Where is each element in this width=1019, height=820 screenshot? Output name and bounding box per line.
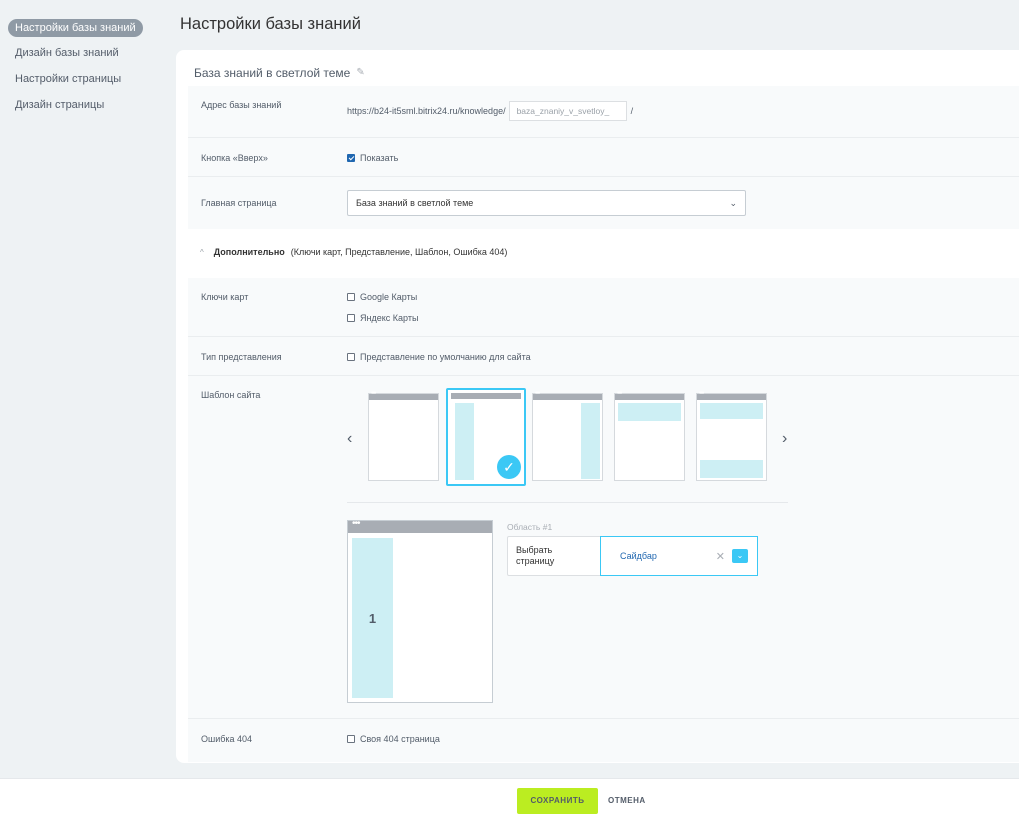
row-home: Главная страница База знаний в светлой т… bbox=[188, 177, 1019, 229]
footer: СОХРАНИТЬ ОТМЕНА bbox=[0, 778, 1019, 820]
template-bar bbox=[451, 389, 521, 399]
sidebar-item-page-design[interactable]: Дизайн страницы bbox=[0, 97, 165, 123]
area-page-select[interactable]: Сайдбар ✕ ⌄ bbox=[600, 536, 758, 576]
up-button-checkbox[interactable] bbox=[347, 154, 355, 162]
address-prefix: https://b24-it5sml.bitrix24.ru/knowledge… bbox=[347, 106, 506, 116]
area-label: Область #1 bbox=[507, 522, 553, 532]
area-value: Сайдбар bbox=[620, 551, 657, 561]
chevron-down-icon: ⌄ bbox=[729, 197, 737, 208]
template-block bbox=[700, 460, 763, 478]
advanced-toggle[interactable]: ^ Дополнительно (Ключи карт, Представлен… bbox=[200, 247, 507, 257]
chevron-up-icon: ^ bbox=[200, 247, 204, 257]
template-option-1[interactable] bbox=[368, 390, 439, 481]
preview-area-1: 1 bbox=[352, 538, 393, 698]
up-button-control: Показать bbox=[347, 153, 398, 163]
cancel-button[interactable]: ОТМЕНА bbox=[608, 788, 646, 814]
yandex-maps-control: Яндекс Карты bbox=[347, 313, 418, 323]
template-preview: ••• 1 bbox=[347, 518, 493, 703]
error-404-checkbox[interactable] bbox=[347, 735, 355, 743]
google-maps-label: Google Карты bbox=[360, 292, 418, 302]
advanced-subtitle: (Ключи карт, Представление, Шаблон, Ошиб… bbox=[290, 247, 508, 257]
sidebar-item-kb-settings[interactable]: Настройки базы знаний bbox=[8, 19, 143, 37]
chevron-right-icon[interactable]: › bbox=[782, 430, 787, 448]
main-settings-section: Адрес базы знаний https://b24-it5sml.bit… bbox=[188, 86, 1019, 229]
advanced-section: Ключи карт Google Карты Яндекс Карты Тип… bbox=[188, 278, 1019, 762]
error-404-option: Своя 404 страница bbox=[360, 734, 440, 744]
row-map-keys: Ключи карт Google Карты Яндекс Карты bbox=[188, 278, 1019, 337]
template-preview-bar: ••• bbox=[348, 518, 492, 533]
address-suffix: / bbox=[630, 106, 634, 116]
template-block bbox=[455, 403, 474, 480]
advanced-title: Дополнительно bbox=[213, 247, 285, 257]
template-option-5[interactable] bbox=[696, 390, 767, 481]
template-block bbox=[581, 403, 600, 479]
template-bar bbox=[697, 390, 766, 400]
google-maps-control: Google Карты bbox=[347, 292, 417, 302]
template-option-4[interactable] bbox=[614, 390, 685, 481]
area-select: Выбрать страницу Сайдбар ✕ ⌄ bbox=[507, 536, 758, 576]
save-button[interactable]: СОХРАНИТЬ bbox=[517, 788, 598, 814]
template-label: Шаблон сайта bbox=[201, 390, 261, 400]
view-type-label: Тип представления bbox=[201, 352, 282, 362]
address-label: Адрес базы знаний bbox=[201, 100, 282, 110]
error-404-label: Ошибка 404 bbox=[201, 734, 253, 744]
row-up-button: Кнопка «Вверх» Показать bbox=[188, 138, 1019, 177]
view-type-control: Представление по умолчанию для сайта bbox=[347, 352, 531, 362]
template-block bbox=[618, 403, 681, 421]
kb-name-text: База знаний в светлой теме bbox=[194, 66, 351, 80]
sidebar-item-page-settings[interactable]: Настройки страницы bbox=[0, 71, 165, 97]
view-type-option: Представление по умолчанию для сайта bbox=[360, 352, 531, 362]
row-error-404: Ошибка 404 Своя 404 страница bbox=[188, 719, 1019, 762]
up-button-label: Кнопка «Вверх» bbox=[201, 153, 268, 163]
address-slug-input[interactable]: baza_znaniy_v_svetloy_ bbox=[508, 101, 627, 121]
address-control: https://b24-it5sml.bitrix24.ru/knowledge… bbox=[347, 101, 633, 121]
row-template: Шаблон сайта ‹ ✓ › bbox=[188, 376, 1019, 719]
chevron-left-icon[interactable]: ‹ bbox=[347, 430, 352, 448]
row-view-type: Тип представления Представление по умолч… bbox=[188, 337, 1019, 376]
divider bbox=[347, 502, 788, 503]
pencil-icon[interactable]: ✎ bbox=[356, 68, 366, 78]
template-bar bbox=[369, 390, 438, 400]
google-maps-checkbox[interactable] bbox=[347, 293, 355, 301]
template-bar bbox=[615, 390, 684, 400]
home-control: База знаний в светлой теме ⌄ bbox=[347, 190, 746, 216]
template-option-3[interactable] bbox=[532, 390, 603, 481]
template-block bbox=[700, 403, 763, 419]
close-icon[interactable]: ✕ bbox=[716, 550, 725, 563]
kb-name: База знаний в светлой теме ✎ bbox=[194, 66, 366, 80]
home-select[interactable]: База знаний в светлой теме ⌄ bbox=[347, 190, 746, 216]
home-label: Главная страница bbox=[201, 198, 277, 208]
up-button-option: Показать bbox=[360, 153, 399, 163]
chevron-down-icon[interactable]: ⌄ bbox=[732, 549, 748, 563]
yandex-maps-label: Яндекс Карты bbox=[360, 313, 419, 323]
check-icon: ✓ bbox=[497, 455, 521, 479]
error-404-control: Своя 404 страница bbox=[347, 734, 440, 744]
yandex-maps-checkbox[interactable] bbox=[347, 314, 355, 322]
area-choose-label: Выбрать страницу bbox=[516, 545, 555, 566]
page-title: Настройки базы знаний bbox=[180, 15, 361, 33]
sidebar-item-kb-design[interactable]: Дизайн базы знаний bbox=[0, 45, 165, 71]
home-select-value: База знаний в светлой теме bbox=[356, 198, 474, 208]
sidebar: Настройки базы знаний Дизайн базы знаний… bbox=[0, 0, 165, 778]
view-type-checkbox[interactable] bbox=[347, 353, 355, 361]
map-keys-label: Ключи карт bbox=[201, 292, 249, 302]
row-address: Адрес базы знаний https://b24-it5sml.bit… bbox=[188, 86, 1019, 138]
settings-panel: База знаний в светлой теме ✎ Адрес базы … bbox=[176, 50, 1019, 763]
template-bar bbox=[533, 390, 602, 400]
